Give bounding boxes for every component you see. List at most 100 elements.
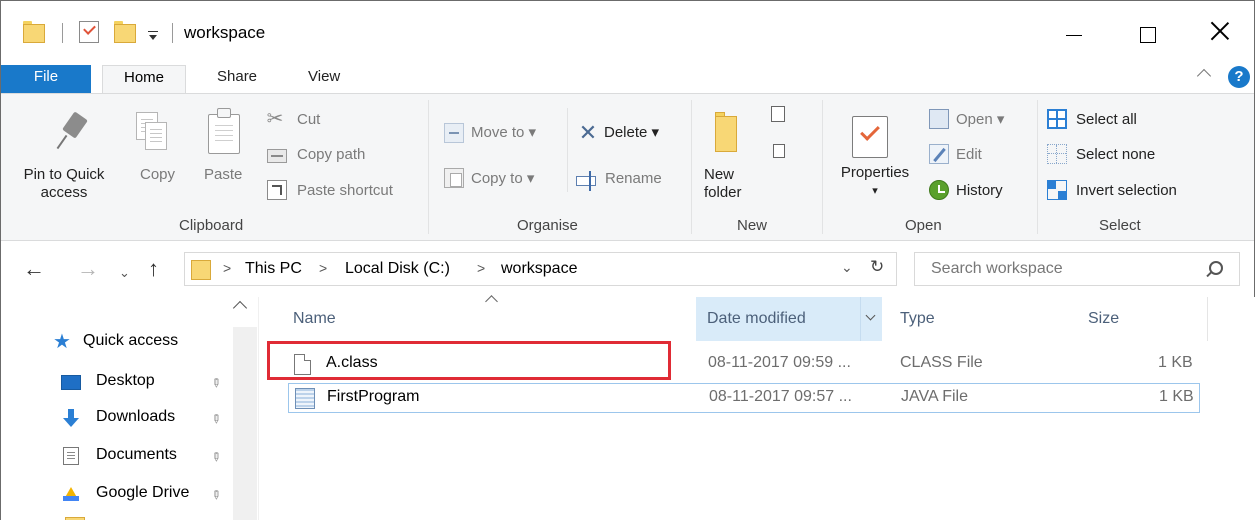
- new-folder-line2: folder: [704, 184, 742, 201]
- title-separator: [172, 23, 173, 43]
- clipboard-group-label: Clipboard: [179, 217, 244, 234]
- column-separator[interactable]: [1207, 297, 1208, 341]
- address-row: ← → ⌄ ↑ > This PC > Local Disk (C:) > wo…: [1, 241, 1254, 297]
- new-item-icon[interactable]: [771, 106, 785, 122]
- column-header-size[interactable]: Size: [1088, 310, 1119, 332]
- new-folder-line1: New: [704, 166, 735, 183]
- move-to-button[interactable]: Move to ▾: [471, 124, 536, 142]
- star-icon: ★: [53, 331, 71, 353]
- downloads-icon: [61, 409, 81, 427]
- ribbon-tabs: File Home Share View ?: [1, 65, 1254, 95]
- desktop-icon: [61, 375, 81, 390]
- file-type: JAVA File: [901, 388, 968, 405]
- organise-group-label: Organise: [517, 217, 578, 234]
- file-list: Name Date modified Type Size A.class 08-…: [259, 295, 1255, 520]
- breadcrumb-separator: >: [477, 260, 486, 276]
- group-separator: [1037, 100, 1038, 234]
- invert-selection-button[interactable]: Invert selection: [1076, 182, 1177, 200]
- pin-label-line2: access: [40, 184, 88, 201]
- forward-arrow-icon[interactable]: →: [77, 258, 99, 280]
- close-icon: [1210, 21, 1230, 41]
- scissors-icon: ✂: [266, 108, 284, 130]
- group-separator: [428, 100, 429, 234]
- select-group-label: Select: [1099, 217, 1141, 234]
- paste-shortcut-button[interactable]: Paste shortcut: [297, 182, 393, 200]
- column-header-name[interactable]: Name: [293, 310, 336, 332]
- history-button[interactable]: History: [956, 182, 1003, 200]
- new-group-label: New: [737, 217, 768, 234]
- copy-path-icon: [267, 149, 287, 163]
- file-name: FirstProgram: [327, 388, 420, 405]
- sidebar-item-label: Downloads: [96, 408, 176, 425]
- navigation-pane: ★ Quick access Desktop ✎ Downloads ✎ Doc…: [1, 297, 259, 520]
- column-header-date-label[interactable]: Date modified: [707, 310, 806, 332]
- open-button[interactable]: Open ▾: [956, 111, 1004, 129]
- pin-icon: ✎: [207, 410, 225, 428]
- collapse-ribbon-chevron-icon[interactable]: [1196, 68, 1212, 84]
- minimize-icon: [1066, 35, 1082, 36]
- pin-icon: ✎: [207, 374, 225, 392]
- help-icon[interactable]: ?: [1228, 66, 1250, 88]
- nav-scrollbar[interactable]: [233, 327, 257, 520]
- copy-to-icon: [444, 168, 464, 188]
- search-input[interactable]: Search workspace: [914, 252, 1240, 286]
- folder-icon: [23, 21, 45, 43]
- breadcrumb-this-pc[interactable]: This PC: [245, 260, 302, 278]
- up-arrow-icon[interactable]: ↑: [148, 258, 159, 280]
- pin-icon: ✎: [207, 486, 225, 504]
- google-drive-icon: [61, 485, 81, 503]
- table-row[interactable]: FirstProgram 08-11-2017 09:57 ... JAVA F…: [288, 383, 1200, 413]
- pin-to-quick-access-button[interactable]: Pin to Quick access: [5, 166, 123, 202]
- select-none-button[interactable]: Select none: [1076, 146, 1155, 164]
- easy-access-icon[interactable]: [773, 144, 785, 158]
- quick-access-separator: [62, 23, 63, 43]
- breadcrumb-workspace[interactable]: workspace: [501, 260, 577, 278]
- folder-icon: [191, 257, 213, 281]
- new-folder-icon: [713, 112, 741, 152]
- address-dropdown-icon[interactable]: ⌄: [841, 259, 853, 276]
- date-column-dropdown[interactable]: [860, 297, 882, 341]
- maximize-icon: [1140, 27, 1156, 43]
- chevron-down-icon: [865, 310, 876, 321]
- copy-button[interactable]: Copy: [140, 166, 175, 184]
- edit-button[interactable]: Edit: [956, 146, 982, 164]
- sidebar-item-label: Quick access: [83, 332, 179, 349]
- tab-share[interactable]: Share: [217, 65, 257, 93]
- open-icon: [929, 109, 949, 129]
- breadcrumb-local-disk[interactable]: Local Disk (C:): [345, 260, 450, 278]
- minimize-button[interactable]: [1045, 11, 1101, 55]
- ribbon: Pin to Quick access Copy Paste ✂ Cut Cop…: [1, 93, 1254, 241]
- paste-icon: [208, 108, 242, 154]
- refresh-icon[interactable]: ↻: [870, 257, 884, 277]
- search-icon: [1209, 261, 1223, 275]
- address-bar[interactable]: > This PC > Local Disk (C:) > workspace: [184, 252, 897, 286]
- new-folder-button[interactable]: New folder: [704, 166, 742, 202]
- back-arrow-icon[interactable]: ←: [23, 258, 45, 280]
- close-button[interactable]: [1192, 11, 1248, 55]
- organise-inner-separator: [567, 108, 568, 192]
- invert-selection-icon: [1047, 180, 1067, 200]
- tab-home[interactable]: Home: [102, 65, 186, 95]
- select-all-button[interactable]: Select all: [1076, 111, 1137, 129]
- tab-view[interactable]: View: [308, 65, 340, 93]
- sidebar-item-label: Google Drive: [96, 484, 190, 501]
- new-folder-quick-icon[interactable]: [114, 21, 136, 43]
- delete-button[interactable]: Delete ▾: [604, 124, 659, 142]
- tab-file[interactable]: File: [1, 65, 91, 93]
- customize-quick-access-dropdown-icon[interactable]: [146, 21, 160, 43]
- rename-icon: [576, 171, 596, 191]
- properties-button[interactable]: Properties ▾: [832, 164, 918, 200]
- group-separator: [822, 100, 823, 234]
- scroll-up-chevron-icon[interactable]: [232, 300, 248, 316]
- copy-to-button[interactable]: Copy to ▾: [471, 170, 534, 188]
- rename-button[interactable]: Rename: [605, 170, 662, 188]
- paste-button[interactable]: Paste: [204, 166, 242, 184]
- pin-icon: ✎: [207, 448, 225, 466]
- properties-quick-icon[interactable]: [79, 21, 99, 43]
- column-header-type[interactable]: Type: [900, 310, 935, 332]
- recent-locations-chevron-icon[interactable]: ⌄: [119, 262, 130, 284]
- copy-path-button[interactable]: Copy path: [297, 146, 365, 164]
- cut-button[interactable]: Cut: [297, 111, 320, 129]
- sidebar-item-label: Desktop: [96, 372, 155, 389]
- maximize-button[interactable]: [1120, 11, 1176, 55]
